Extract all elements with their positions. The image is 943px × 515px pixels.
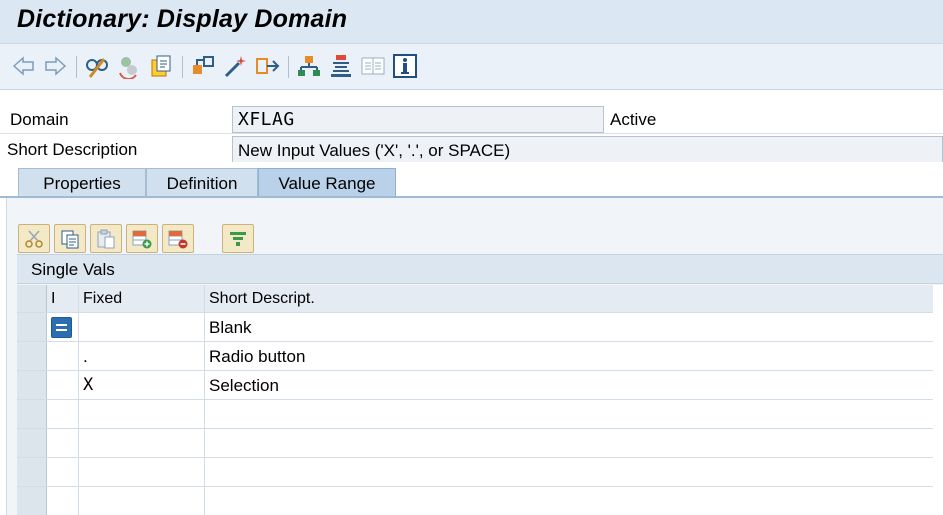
table-row[interactable] — [17, 400, 933, 429]
fixed-value-cell[interactable]: X — [79, 371, 205, 399]
tab-strip: Properties Definition Value Range — [0, 162, 943, 198]
information-icon[interactable] — [392, 53, 418, 79]
indicator-cell — [47, 429, 79, 457]
paste-icon[interactable] — [90, 224, 122, 253]
select-all-cell[interactable] — [17, 285, 47, 312]
documentation-icon[interactable] — [360, 53, 386, 79]
row-selector[interactable] — [17, 371, 47, 399]
table-header-row: I Fixed Short Descript. — [17, 285, 933, 313]
indicator-cell — [47, 371, 79, 399]
edit-display-icon[interactable] — [84, 53, 110, 79]
fixed-value-cell[interactable] — [79, 458, 205, 486]
short-description-row: Short Description New Input Values ('X',… — [0, 134, 943, 164]
table-row[interactable] — [17, 487, 933, 515]
domain-row: Domain XFLAG Active — [0, 104, 943, 134]
back-arrow-icon[interactable] — [11, 53, 37, 79]
indicator-cell — [47, 458, 79, 486]
toolbar-separator — [182, 56, 183, 78]
tab-value-range[interactable]: Value Range — [258, 168, 396, 198]
row-selector[interactable] — [17, 342, 47, 370]
where-used-icon[interactable] — [190, 53, 216, 79]
single-values-table: I Fixed Short Descript. Blank . Radio bu… — [17, 285, 943, 515]
description-cell[interactable] — [205, 429, 933, 457]
other-object-icon[interactable] — [116, 53, 142, 79]
domain-field[interactable]: XFLAG — [232, 106, 604, 133]
domain-label: Domain — [10, 110, 69, 129]
toolbar-separator — [288, 56, 289, 78]
insert-row-icon[interactable] — [126, 224, 158, 253]
column-header-description[interactable]: Short Descript. — [205, 285, 933, 312]
window-title: Dictionary: Display Domain — [17, 5, 348, 33]
fixed-value-cell[interactable] — [79, 313, 205, 341]
title-bar: Dictionary: Display Domain — [0, 0, 943, 44]
single-vals-header: Single Vals — [17, 254, 943, 284]
indicator-cell — [47, 400, 79, 428]
table-row[interactable]: . Radio button — [17, 342, 933, 371]
toolbar-separator — [76, 56, 77, 78]
single-vals-title: Single Vals — [31, 260, 115, 279]
forward-arrow-icon[interactable] — [42, 53, 68, 79]
column-header-fixed[interactable]: Fixed — [79, 285, 205, 312]
row-detail-button-icon[interactable] — [51, 317, 72, 338]
row-selector[interactable] — [17, 429, 47, 457]
fixed-value-cell[interactable] — [79, 400, 205, 428]
indicator-cell — [47, 487, 79, 515]
description-cell[interactable] — [205, 487, 933, 515]
table-row[interactable] — [17, 458, 933, 487]
active-inactive-icon[interactable] — [148, 53, 174, 79]
fixed-value-cell[interactable]: . — [79, 342, 205, 370]
table-row[interactable] — [17, 429, 933, 458]
description-cell[interactable]: Blank — [205, 313, 933, 341]
copy-icon[interactable] — [54, 224, 86, 253]
fixed-value-cell[interactable] — [79, 429, 205, 457]
column-header-indicator[interactable]: I — [47, 285, 79, 312]
table-row[interactable]: X Selection — [17, 371, 933, 400]
application-toolbar — [0, 44, 943, 90]
tab-properties[interactable]: Properties — [18, 168, 146, 198]
description-cell[interactable]: Selection — [205, 371, 933, 399]
check-icon[interactable] — [254, 53, 280, 79]
row-selector[interactable] — [17, 400, 47, 428]
description-cell[interactable] — [205, 400, 933, 428]
indicator-cell — [47, 342, 79, 370]
short-description-field[interactable]: New Input Values ('X', '.', or SPACE) — [232, 136, 943, 163]
row-selector[interactable] — [17, 487, 47, 515]
description-cell[interactable] — [205, 458, 933, 486]
row-selector[interactable] — [17, 458, 47, 486]
display-object-list-icon[interactable] — [222, 53, 248, 79]
navigate-icon[interactable] — [328, 53, 354, 79]
tab-definition[interactable]: Definition — [146, 168, 258, 198]
row-selector[interactable] — [17, 313, 47, 341]
short-description-label: Short Description — [7, 140, 138, 159]
delete-row-icon[interactable] — [162, 224, 194, 253]
cut-icon[interactable] — [18, 224, 50, 253]
status-text: Active — [610, 110, 657, 129]
filter-icon[interactable] — [222, 224, 254, 253]
table-scrollbar[interactable] — [933, 285, 943, 515]
fixed-value-cell[interactable] — [79, 487, 205, 515]
description-cell[interactable]: Radio button — [205, 342, 933, 370]
activate-icon[interactable] — [296, 53, 322, 79]
table-row[interactable]: Blank — [17, 313, 933, 342]
